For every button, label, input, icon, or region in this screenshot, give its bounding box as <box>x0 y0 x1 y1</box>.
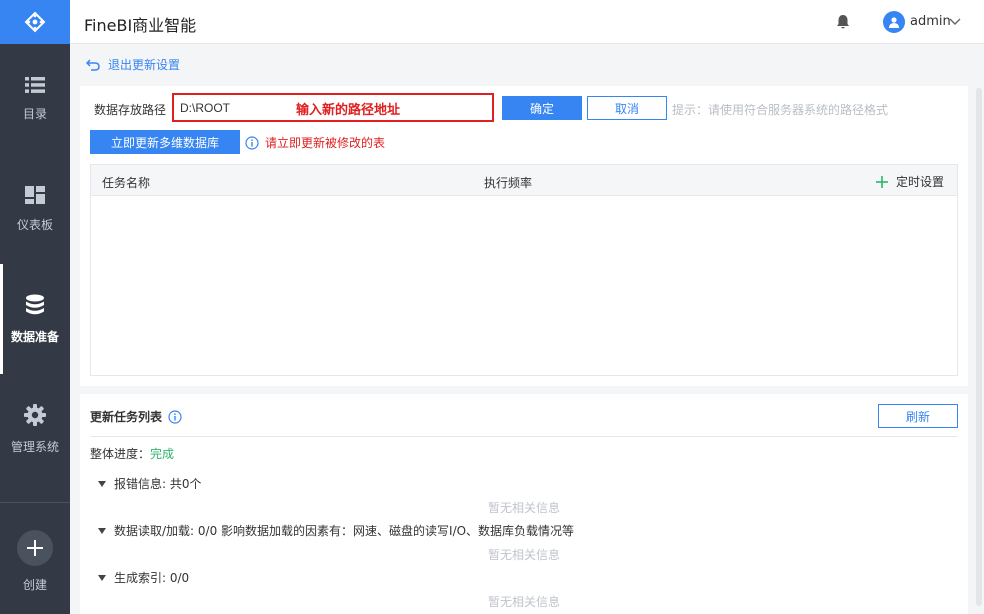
sidebar-item-dashboard[interactable]: 仪表板 <box>0 154 70 264</box>
sidebar-divider <box>0 502 70 503</box>
section-label: 报错信息: 共0个 <box>114 477 202 491</box>
create-label: 创建 <box>22 578 47 592</box>
logo-icon <box>24 11 46 33</box>
confirm-button[interactable]: 确定 <box>502 96 582 120</box>
section-label: 生成索引: 0/0 <box>114 571 190 585</box>
path-label: 数据存放路径 <box>94 103 167 117</box>
chevron-down-icon <box>949 18 961 25</box>
cancel-button[interactable]: 取消 <box>587 96 667 120</box>
user-icon <box>889 17 899 28</box>
refresh-button[interactable]: 刷新 <box>878 404 958 428</box>
sidebar-item-label: 管理系统 <box>10 439 59 454</box>
schedule-settings-button[interactable]: 定时设置 <box>876 173 944 190</box>
page-scrollbar[interactable] <box>976 88 982 606</box>
sidebar-item-catalog[interactable]: 目录 <box>0 44 70 154</box>
logo[interactable] <box>0 0 70 44</box>
info-icon[interactable] <box>168 409 182 424</box>
progress-label: 整体进度： <box>90 447 151 461</box>
caret-down-icon <box>98 527 106 534</box>
empty-message: 暂无相关信息 <box>487 595 560 609</box>
notifications-button[interactable] <box>836 14 850 33</box>
section-label: 数据读取/加载: 0/0 影响数据加载的因素有：网速、磁盘的读写I/O、数据库负… <box>114 524 575 538</box>
update-list-title: 更新任务列表 <box>90 408 182 425</box>
path-hint: 提示：请使用符合服务器系统的路径格式 <box>672 103 889 117</box>
path-field-box: 输入新的路径地址 <box>172 93 494 122</box>
sidebar-item-label: 仪表板 <box>16 217 53 232</box>
avatar[interactable] <box>883 11 905 33</box>
column-header-task-name: 任务名称 <box>102 176 151 190</box>
sidebar-item-admin[interactable]: 管理系统 <box>0 374 70 484</box>
path-annotation: 输入新的路径地址 <box>296 103 401 118</box>
path-input[interactable] <box>180 100 290 116</box>
update-warning: 请立即更新被修改的表 <box>245 134 385 151</box>
task-table: 任务名称 执行频率 定时设置 <box>90 164 958 376</box>
info-icon <box>245 135 259 150</box>
plus-icon <box>27 540 43 556</box>
exit-update-settings-link[interactable]: 退出更新设置 <box>86 56 180 73</box>
database-icon <box>26 294 44 314</box>
plus-icon <box>876 175 888 188</box>
update-list-title-text: 更新任务列表 <box>90 410 163 424</box>
panel-divider <box>90 436 958 437</box>
gear-icon <box>24 403 46 426</box>
app-title: FineBI商业智能 <box>84 16 197 35</box>
update-now-button[interactable]: 立即更新多维数据库 <box>90 130 240 154</box>
caret-down-icon <box>98 480 106 487</box>
empty-message: 暂无相关信息 <box>487 548 560 562</box>
dashboard-icon <box>25 185 45 204</box>
sidebar-item-label: 数据准备 <box>10 329 59 344</box>
user-menu-toggle[interactable] <box>949 15 961 29</box>
column-header-frequency: 执行频率 <box>484 176 533 190</box>
sidebar-item-data-prep[interactable]: 数据准备 <box>0 264 70 374</box>
sidebar: 目录 仪表板 数据准备 管理系统 创建 <box>0 0 70 614</box>
error-info-section-toggle[interactable]: 报错信息: 共0个 <box>98 475 202 492</box>
create-button[interactable]: 创建 <box>0 530 70 593</box>
schedule-label: 定时设置 <box>896 175 945 189</box>
list-icon <box>25 76 45 93</box>
task-table-header: 任务名称 执行频率 定时设置 <box>91 165 957 196</box>
caret-down-icon <box>98 574 106 581</box>
update-task-list-panel: 更新任务列表 刷新 整体进度：完成 报错信息: 共0个 暂无相关信息 数据读取/… <box>80 394 968 614</box>
overall-progress: 整体进度：完成 <box>90 445 174 462</box>
top-header: FineBI商业智能 admin <box>70 0 984 44</box>
progress-status: 完成 <box>150 447 175 461</box>
sidebar-item-label: 目录 <box>22 106 47 121</box>
warning-text: 请立即更新被修改的表 <box>265 136 386 150</box>
index-section-toggle[interactable]: 生成索引: 0/0 <box>98 569 189 586</box>
data-load-section-toggle[interactable]: 数据读取/加载: 0/0 影响数据加载的因素有：网速、磁盘的读写I/O、数据库负… <box>98 522 574 539</box>
bell-icon <box>837 15 849 29</box>
back-label: 退出更新设置 <box>108 58 181 72</box>
empty-message: 暂无相关信息 <box>487 501 560 515</box>
undo-arrow-icon <box>86 58 100 71</box>
create-circle <box>17 530 53 566</box>
username[interactable]: admin <box>910 14 951 29</box>
update-settings-panel: 数据存放路径 输入新的路径地址 确定 取消 提示：请使用符合服务器系统的路径格式… <box>80 86 968 386</box>
